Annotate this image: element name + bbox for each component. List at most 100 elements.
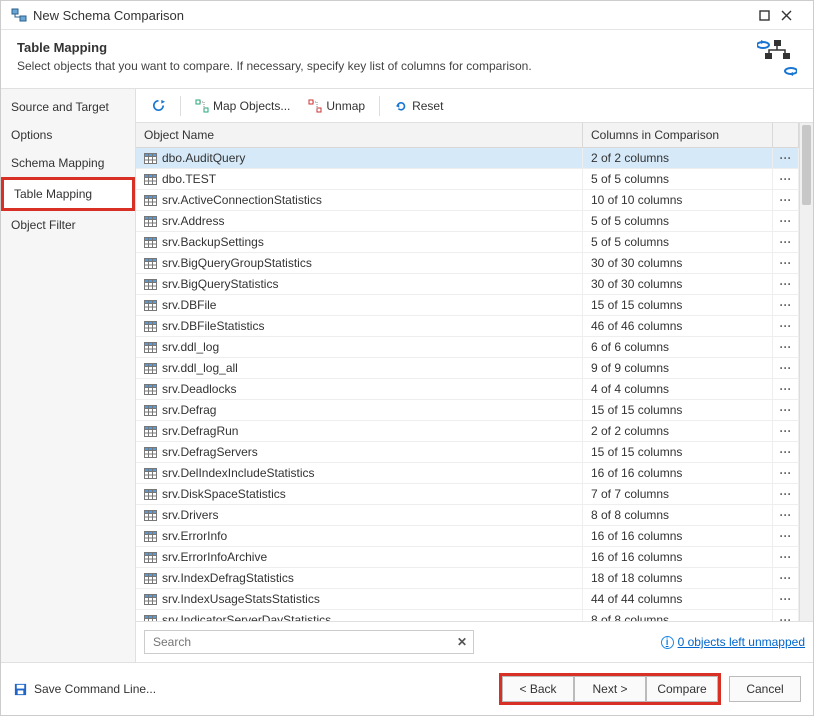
table-row[interactable]: srv.Defrag15 of 15 columns···: [136, 400, 799, 421]
table-icon: [144, 195, 157, 206]
table-icon: [144, 384, 157, 395]
table-row[interactable]: srv.Address5 of 5 columns···: [136, 211, 799, 232]
column-header-name[interactable]: Object Name: [136, 123, 583, 147]
table-row[interactable]: srv.ErrorInfo16 of 16 columns···: [136, 526, 799, 547]
sidebar-item-options[interactable]: Options: [1, 121, 135, 149]
row-actions-button[interactable]: ···: [773, 610, 799, 621]
object-name-cell: srv.DelIndexIncludeStatistics: [136, 463, 583, 483]
object-name-cell: srv.Deadlocks: [136, 379, 583, 399]
unmap-button[interactable]: Unmap: [301, 96, 372, 116]
reset-button[interactable]: Reset: [387, 96, 450, 116]
table-row[interactable]: srv.DBFile15 of 15 columns···: [136, 295, 799, 316]
table-row[interactable]: srv.ErrorInfoArchive16 of 16 columns···: [136, 547, 799, 568]
refresh-button[interactable]: [144, 95, 173, 116]
objects-grid[interactable]: Object Name Columns in Comparison dbo.Au…: [136, 123, 799, 621]
clear-search-icon[interactable]: ✕: [457, 635, 467, 649]
table-row[interactable]: srv.ddl_log6 of 6 columns···: [136, 337, 799, 358]
table-row[interactable]: dbo.AuditQuery2 of 2 columns···: [136, 148, 799, 169]
row-actions-button[interactable]: ···: [773, 148, 799, 168]
table-icon: [144, 153, 157, 164]
sidebar-item-schema-mapping[interactable]: Schema Mapping: [1, 149, 135, 177]
window: New Schema Comparison Table Mapping Sele…: [0, 0, 814, 716]
sidebar-item-object-filter[interactable]: Object Filter: [1, 211, 135, 239]
next-button[interactable]: Next >: [574, 676, 646, 702]
map-objects-button[interactable]: Map Objects...: [188, 96, 297, 116]
search-box[interactable]: ✕: [144, 630, 474, 654]
search-row: ✕ i 0 objects left unmapped: [136, 621, 813, 662]
maximize-button[interactable]: [759, 10, 781, 21]
table-row[interactable]: srv.Drivers8 of 8 columns···: [136, 505, 799, 526]
row-actions-button[interactable]: ···: [773, 337, 799, 357]
table-row[interactable]: srv.ActiveConnectionStatistics10 of 10 c…: [136, 190, 799, 211]
cancel-button[interactable]: Cancel: [729, 676, 801, 702]
row-actions-button[interactable]: ···: [773, 589, 799, 609]
table-row[interactable]: srv.ddl_log_all9 of 9 columns···: [136, 358, 799, 379]
table-icon: [144, 174, 157, 185]
row-actions-button[interactable]: ···: [773, 547, 799, 567]
table-row[interactable]: srv.IndicatorServerDayStatistics 8 of 8 c…: [136, 610, 799, 621]
columns-cell: 8 of 8 columns: [583, 610, 773, 621]
table-row[interactable]: srv.DefragServers15 of 15 columns···: [136, 442, 799, 463]
row-actions-button[interactable]: ···: [773, 379, 799, 399]
table-row[interactable]: srv.BigQueryGroupStatistics30 of 30 colu…: [136, 253, 799, 274]
table-row[interactable]: srv.BackupSettings5 of 5 columns···: [136, 232, 799, 253]
sidebar-item-table-mapping[interactable]: Table Mapping: [1, 177, 135, 211]
object-name-cell: srv.ErrorInfo: [136, 526, 583, 546]
table-row[interactable]: srv.DiskSpaceStatistics7 of 7 columns···: [136, 484, 799, 505]
row-actions-button[interactable]: ···: [773, 274, 799, 294]
row-actions-button[interactable]: ···: [773, 253, 799, 273]
table-row[interactable]: srv.DelIndexIncludeStatistics16 of 16 co…: [136, 463, 799, 484]
sidebar: Source and TargetOptionsSchema MappingTa…: [1, 89, 136, 662]
columns-cell: 10 of 10 columns: [583, 190, 773, 210]
row-actions-button[interactable]: ···: [773, 232, 799, 252]
back-button[interactable]: < Back: [502, 676, 574, 702]
row-actions-button[interactable]: ···: [773, 211, 799, 231]
table-row[interactable]: srv.Deadlocks4 of 4 columns···: [136, 379, 799, 400]
object-name-text: srv.BackupSettings: [162, 235, 264, 249]
object-name-text: srv.IndicatorServerDayStatistics: [162, 613, 331, 621]
unmapped-objects-link[interactable]: i 0 objects left unmapped: [661, 635, 805, 649]
row-actions-button[interactable]: ···: [773, 169, 799, 189]
row-actions-button[interactable]: ···: [773, 484, 799, 504]
row-actions-button[interactable]: ···: [773, 358, 799, 378]
row-actions-button[interactable]: ···: [773, 295, 799, 315]
sidebar-item-source-and-target[interactable]: Source and Target: [1, 93, 135, 121]
table-row[interactable]: dbo.TEST5 of 5 columns···: [136, 169, 799, 190]
save-command-line-label: Save Command Line...: [34, 682, 156, 696]
compare-button[interactable]: Compare: [646, 676, 718, 702]
vertical-scrollbar[interactable]: [799, 123, 813, 621]
row-actions-button[interactable]: ···: [773, 421, 799, 441]
table-row[interactable]: srv.IndexUsageStatsStatistics44 of 44 co…: [136, 589, 799, 610]
object-name-cell: srv.Defrag: [136, 400, 583, 420]
table-icon: [144, 573, 157, 584]
object-name-cell: srv.IndexDefragStatistics: [136, 568, 583, 588]
object-name-text: srv.DBFileStatistics: [162, 319, 264, 333]
window-title: New Schema Comparison: [33, 8, 759, 23]
object-name-cell: srv.IndicatorServerDayStatistics: [136, 610, 583, 621]
save-command-line-button[interactable]: Save Command Line...: [13, 682, 491, 697]
object-name-cell: srv.DBFileStatistics: [136, 316, 583, 336]
table-row[interactable]: srv.BigQueryStatistics30 of 30 columns··…: [136, 274, 799, 295]
close-button[interactable]: [781, 10, 803, 21]
row-actions-button[interactable]: ···: [773, 505, 799, 525]
row-actions-button[interactable]: ···: [773, 463, 799, 483]
row-actions-button[interactable]: ···: [773, 190, 799, 210]
table-row[interactable]: srv.IndexDefragStatistics18 of 18 column…: [136, 568, 799, 589]
column-header-columns[interactable]: Columns in Comparison: [583, 123, 773, 147]
table-row[interactable]: srv.DefragRun2 of 2 columns···: [136, 421, 799, 442]
main-panel: Map Objects... Unmap Reset Object Name C…: [136, 89, 813, 662]
table-icon: [144, 510, 157, 521]
row-actions-button[interactable]: ···: [773, 442, 799, 462]
row-actions-button[interactable]: ···: [773, 316, 799, 336]
object-name-text: srv.DefragRun: [162, 424, 238, 438]
table-icon: [144, 342, 157, 353]
row-actions-button[interactable]: ···: [773, 568, 799, 588]
row-actions-button[interactable]: ···: [773, 400, 799, 420]
search-input[interactable]: [151, 634, 457, 650]
table-icon: [144, 405, 157, 416]
row-actions-button[interactable]: ···: [773, 526, 799, 546]
object-name-cell: srv.DefragRun: [136, 421, 583, 441]
table-icon: [144, 552, 157, 563]
table-row[interactable]: srv.DBFileStatistics 46 of 46 columns···: [136, 316, 799, 337]
columns-cell: 46 of 46 columns: [583, 316, 773, 336]
